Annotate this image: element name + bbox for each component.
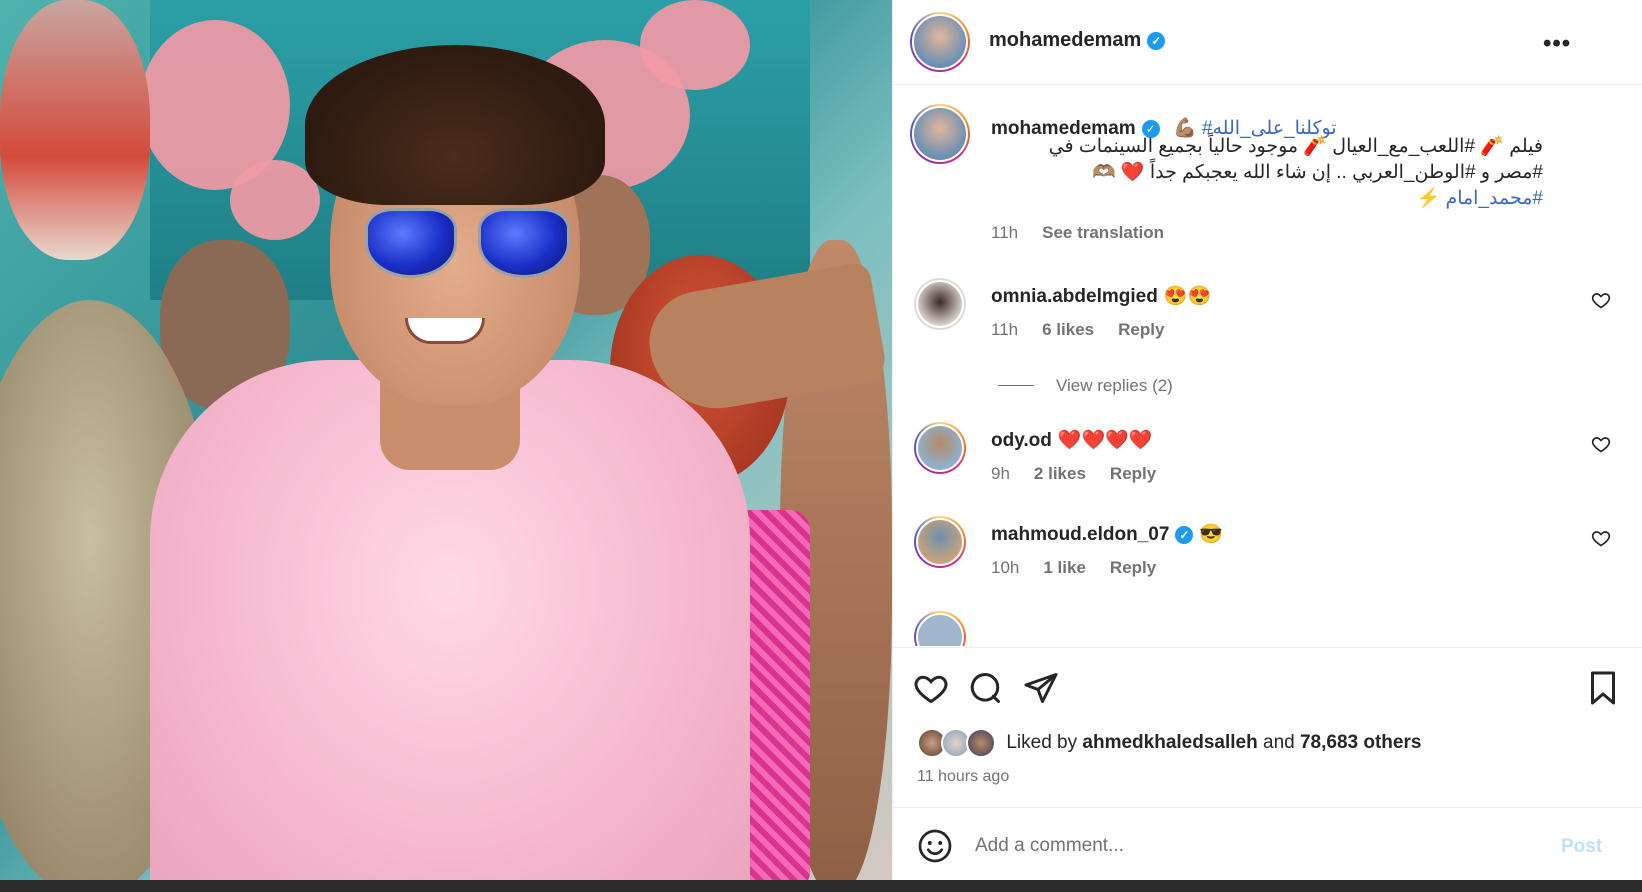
comment-username[interactable]: ody.od <box>991 430 1052 451</box>
avatar[interactable] <box>914 611 966 646</box>
comment-item: omnia.abdelmgied 😍😍 11h 6 likes Reply <box>893 278 1642 368</box>
bookmark-icon[interactable] <box>1585 670 1621 706</box>
avatar[interactable] <box>910 12 970 72</box>
comment-text: 😍😍 <box>1163 286 1212 307</box>
caption-line-4[interactable]: #محمد_امام ⚡ <box>1417 186 1543 210</box>
comment-likes[interactable]: 2 likes <box>1034 464 1086 483</box>
avatar[interactable] <box>910 104 970 164</box>
background-wall <box>0 0 150 260</box>
action-bar <box>893 647 1642 705</box>
comment-time: 9h <box>991 464 1010 483</box>
comment-username[interactable]: omnia.abdelmgied <box>991 286 1158 307</box>
post-header: mohamedemam ✓ ••• <box>893 0 1642 85</box>
comment-body: omnia.abdelmgied 😍😍 <box>991 284 1211 308</box>
liker-avatar[interactable] <box>965 728 996 758</box>
reply-button[interactable]: Reply <box>1110 558 1156 577</box>
comment-body: mahmoud.eldon_07 ✓ 😎 <box>991 522 1223 546</box>
caption-line-2: فيلم 🧨 #اللعب_مع_العيال 🧨 موجود حالياً ب… <box>1048 136 1543 157</box>
add-comment-bar: Post <box>893 807 1642 880</box>
verified-icon: ✓ <box>1147 32 1166 50</box>
comment-meta: 11h 6 likes Reply <box>991 320 1188 340</box>
caption-line-3: #مصر و #الوطن_العربي .. إن شاء الله يعجب… <box>1092 162 1543 183</box>
mural-flower <box>640 0 750 90</box>
likes-summary: Liked by ahmedkhaledsalleh and 78,683 ot… <box>917 728 1421 762</box>
liked-by-user[interactable]: ahmedkhaledsalleh <box>1082 732 1257 753</box>
post-username[interactable]: mohamedemam ✓ <box>989 29 1166 52</box>
view-replies-button[interactable]: View replies (2) <box>998 376 1173 396</box>
comment-input[interactable] <box>975 826 1515 866</box>
post-timestamp[interactable]: 11 hours ago <box>917 768 1009 786</box>
comment-like-icon[interactable] <box>1591 528 1611 548</box>
reply-button[interactable]: Reply <box>1118 320 1164 339</box>
comment-like-icon[interactable] <box>1591 290 1611 310</box>
verified-icon: ✓ <box>1175 526 1194 544</box>
avatar[interactable] <box>914 278 966 330</box>
liked-by-connector: and <box>1263 732 1295 753</box>
comment-item: ody.od ❤️❤️❤️❤️ 9h 2 likes Reply <box>893 422 1642 512</box>
hair <box>305 45 605 205</box>
view-replies-dash <box>998 385 1034 386</box>
more-options-icon[interactable]: ••• <box>1543 30 1571 58</box>
comment-icon[interactable] <box>967 670 1003 706</box>
comments-scroll-area[interactable]: mohamedemam ✓ 💪🏽 #توكلنا_على_الله فيلم 🧨 … <box>893 86 1642 646</box>
sunglasses-right-lens <box>478 208 570 278</box>
reply-button[interactable]: Reply <box>1110 464 1156 483</box>
username-text[interactable]: mohamedemam <box>989 29 1141 51</box>
post-comment-button[interactable]: Post <box>1561 836 1602 858</box>
likes-count-button[interactable]: 78,683 others <box>1300 732 1421 753</box>
sunglasses-left-lens <box>365 208 457 278</box>
caption-meta: 11h See translation <box>991 223 1188 243</box>
comment-likes[interactable]: 6 likes <box>1042 320 1094 339</box>
comment-text: ❤️❤️❤️❤️ <box>1057 430 1153 451</box>
comment-meta: 9h 2 likes Reply <box>991 464 1180 484</box>
window-bottom-border <box>0 880 1642 892</box>
comment-likes[interactable]: 1 like <box>1043 558 1086 577</box>
comment-time: 10h <box>991 558 1020 577</box>
avatar[interactable] <box>914 516 966 568</box>
comment-username[interactable]: mahmoud.eldon_07 <box>991 524 1169 545</box>
view-replies-label[interactable]: View replies (2) <box>1056 376 1173 395</box>
caption-time: 11h <box>991 223 1019 242</box>
comment-meta: 10h 1 like Reply <box>991 558 1180 578</box>
liked-by-prefix: Liked by <box>1006 732 1078 753</box>
comment-item-partial <box>893 611 1642 646</box>
liked-by-text: Liked by ahmedkhaledsalleh and 78,683 ot… <box>1006 732 1421 754</box>
see-translation-link[interactable]: See translation <box>1042 223 1164 242</box>
comment-item: mahmoud.eldon_07 ✓ 😎 10h 1 like Reply <box>893 516 1642 606</box>
like-icon[interactable] <box>913 670 949 706</box>
post-image[interactable] <box>0 0 892 892</box>
comment-like-icon[interactable] <box>1591 434 1611 454</box>
share-icon[interactable] <box>1023 670 1059 706</box>
emoji-picker-icon[interactable] <box>917 828 953 864</box>
comment-text: 😎 <box>1199 524 1224 545</box>
post-detail-panel: mohamedemam ✓ ••• mohamedemam ✓ 💪🏽 #توكلنا… <box>892 0 1642 880</box>
avatar[interactable] <box>914 422 966 474</box>
comment-time: 11h <box>991 320 1019 339</box>
comment-body: ody.od ❤️❤️❤️❤️ <box>991 428 1153 452</box>
